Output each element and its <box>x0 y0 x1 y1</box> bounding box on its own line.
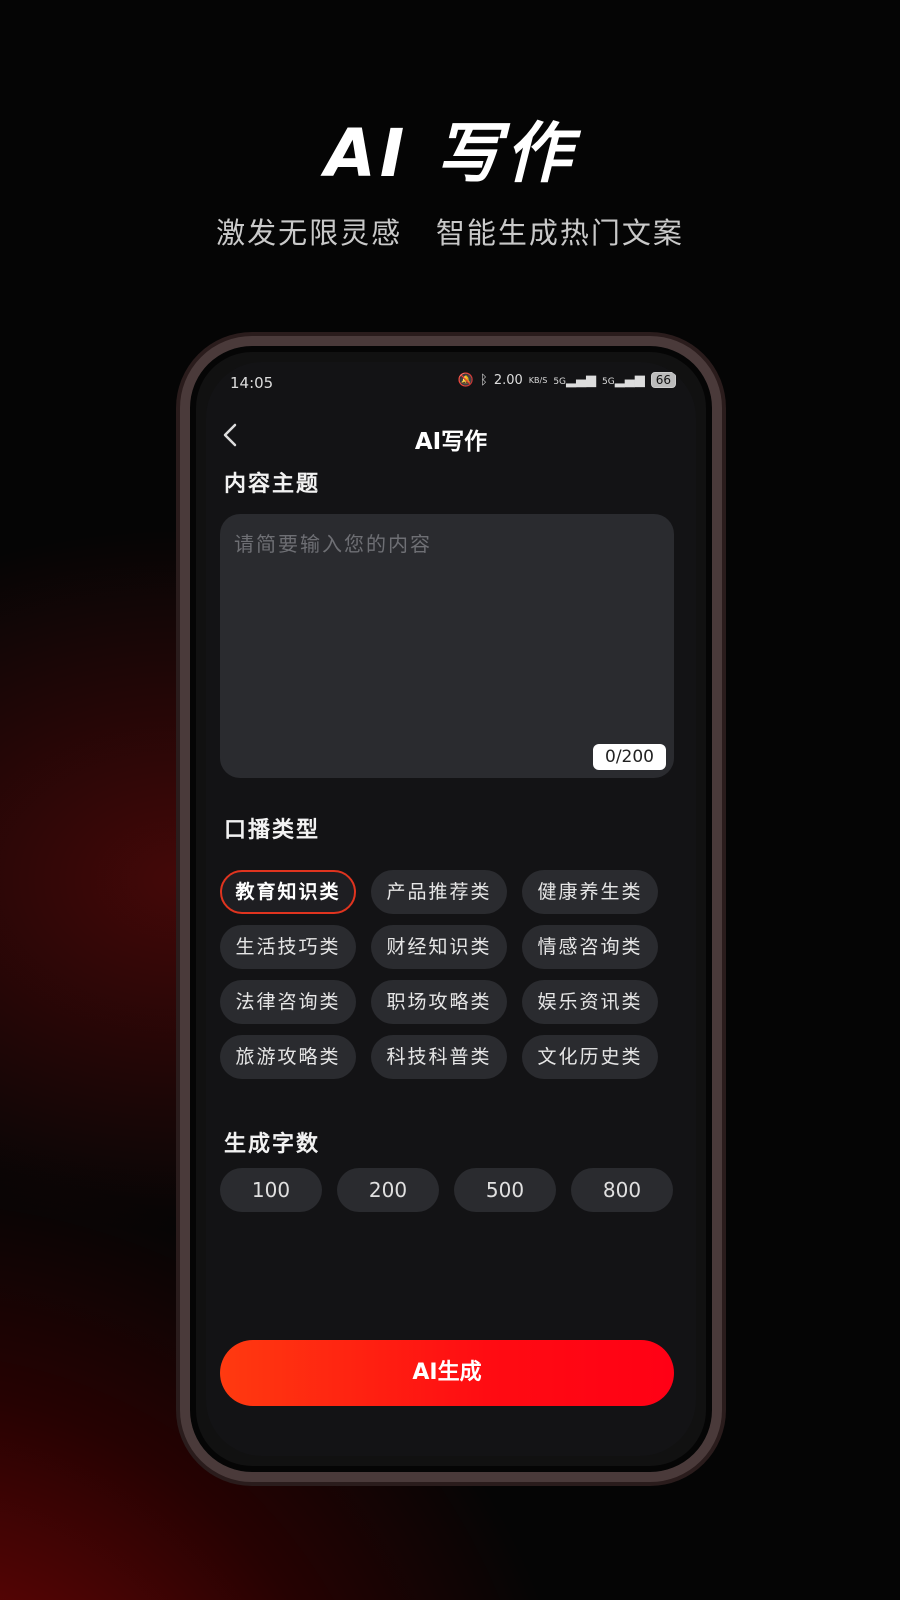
type-chip[interactable]: 情感咨询类 <box>522 925 658 969</box>
ai-generate-button[interactable]: AI生成 <box>220 1340 674 1406</box>
status-time: 14:05 <box>230 374 274 392</box>
type-chip[interactable]: 教育知识类 <box>220 870 356 914</box>
hero-title: AI 写作 <box>324 115 576 192</box>
type-chip[interactable]: 健康养生类 <box>522 870 658 914</box>
type-chip[interactable]: 文化历史类 <box>522 1035 658 1079</box>
content-topic-label: 内容主题 <box>224 472 321 497</box>
signal-icon-2: 5G▂▄▆ <box>602 372 645 388</box>
type-chip[interactable]: 职场攻略类 <box>371 980 507 1024</box>
type-chip[interactable]: 法律咨询类 <box>220 980 356 1024</box>
mute-icon: 🔕 <box>457 372 475 388</box>
word-count-chip[interactable]: 500 <box>454 1168 556 1212</box>
type-chip[interactable]: 旅游攻略类 <box>220 1035 356 1079</box>
type-chip[interactable]: 产品推荐类 <box>371 870 507 914</box>
word-count-label: 生成字数 <box>224 1132 321 1157</box>
type-chip[interactable]: 生活技巧类 <box>220 925 356 969</box>
type-chip[interactable]: 财经知识类 <box>371 925 507 969</box>
battery-icon: 66 <box>650 372 676 388</box>
network-speed-unit: KB/S <box>528 375 548 385</box>
type-chip[interactable]: 科技科普类 <box>371 1035 507 1079</box>
word-count-chip[interactable]: 200 <box>337 1168 439 1212</box>
type-chip[interactable]: 娱乐资讯类 <box>522 980 658 1024</box>
hero-subtitle: 激发无限灵感 智能生成热门文案 <box>216 216 684 250</box>
signal-icon: 5G▂▄▆ <box>553 372 597 388</box>
content-box[interactable]: 0/200 <box>220 514 674 778</box>
bluetooth-icon: ᛒ <box>480 372 488 388</box>
phone-screen: 14:05 🔕 ᛒ 2.00 KB/S 5G▂▄▆ 5G▂▄▆ 66 AI写作 … <box>206 362 696 1456</box>
page-title: AI写作 <box>414 429 488 455</box>
phone-frame: 14:05 🔕 ᛒ 2.00 KB/S 5G▂▄▆ 5G▂▄▆ 66 AI写作 … <box>180 336 722 1482</box>
char-counter: 0/200 <box>593 744 666 770</box>
word-count-chip[interactable]: 800 <box>571 1168 673 1212</box>
broadcast-type-label: 口播类型 <box>224 818 321 843</box>
status-icons: 🔕 ᛒ 2.00 KB/S 5G▂▄▆ 5G▂▄▆ 66 <box>458 372 676 388</box>
content-input[interactable] <box>234 528 660 728</box>
network-speed: 2.00 <box>493 372 523 388</box>
word-count-chip[interactable]: 100 <box>220 1168 322 1212</box>
